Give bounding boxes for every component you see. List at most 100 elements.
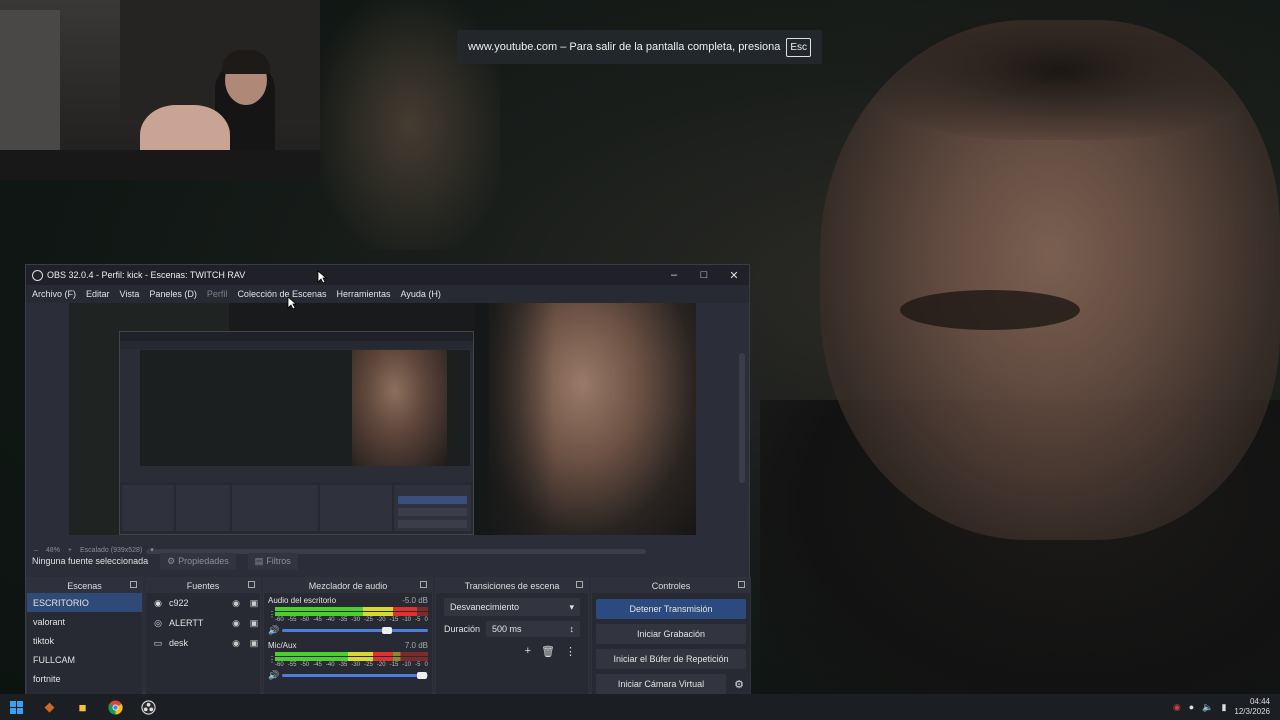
menu-archivo[interactable]: Archivo (F): [32, 289, 76, 299]
start-button[interactable]: [0, 694, 33, 720]
meter-tick-label: -55: [287, 662, 297, 668]
nested-video-face: [352, 350, 447, 466]
meter-tick-label: -40: [325, 662, 335, 668]
speaker-icon[interactable]: 🔊: [268, 625, 279, 636]
channel-menu-icon[interactable]: ⋮: [268, 611, 276, 619]
nested-dock-mixer: [232, 485, 318, 531]
menu-paneles[interactable]: Paneles (D): [149, 289, 197, 299]
popout-icon[interactable]: [130, 581, 137, 588]
scenes-dock-title: Escenas: [27, 578, 142, 593]
preview-vertical-scrollbar[interactable]: [739, 353, 745, 483]
more-icon[interactable]: ⋮: [565, 645, 576, 658]
channel-db: -5.0 dB: [402, 596, 428, 605]
duration-row: Duración 500 ms ↕: [444, 621, 580, 637]
scenes-dock: Escenas ESCRITORIO valorant tiktok FULLC…: [26, 577, 143, 695]
video-person-hair: [870, 0, 1250, 140]
scene-item[interactable]: FULLCAM: [27, 650, 142, 669]
taskbar-clock[interactable]: 04:44 12/3/2026: [1234, 697, 1270, 717]
meter-level: [275, 652, 393, 656]
fullscreen-exit-notice: www.youtube.com – Para salir de la panta…: [457, 30, 822, 64]
mixer-title: Mezclador de audio: [308, 580, 388, 591]
network-icon[interactable]: ●: [1189, 702, 1194, 712]
maximize-icon[interactable]: □: [689, 265, 719, 285]
popout-icon[interactable]: [576, 581, 583, 588]
meter-tick-label: -50: [300, 662, 310, 668]
clock-date: 12/3/2026: [1234, 707, 1270, 716]
obs-taskbar-icon[interactable]: [132, 694, 165, 720]
system-tray: ◉ ● 🔈 ▮ 04:44 12/3/2026: [1173, 694, 1270, 720]
game-app-icon[interactable]: ◆: [33, 694, 66, 720]
obs-title-bar[interactable]: OBS 32.0.4 - Perfil: kick - Escenas: TWI…: [26, 265, 749, 285]
source-item[interactable]: ▭ desk ◉ ▣: [146, 633, 260, 653]
popout-icon[interactable]: [420, 581, 427, 588]
eye-icon[interactable]: ◉: [230, 638, 242, 649]
trash-icon[interactable]: 🗑: [541, 645, 555, 658]
meter-tick-label: -20: [376, 617, 386, 623]
virtual-camera-button[interactable]: Iniciar Cámara Virtual: [596, 674, 726, 694]
replay-buffer-button[interactable]: Iniciar el Búfer de Repetición: [596, 649, 746, 669]
stepper-icon[interactable]: ↕: [570, 624, 575, 634]
source-item[interactable]: ◎ ALERTT ◉ ▣: [146, 613, 260, 633]
menu-herramientas[interactable]: Herramientas: [337, 289, 391, 299]
chrome-icon[interactable]: [99, 694, 132, 720]
stop-streaming-button[interactable]: Detener Transmisión: [596, 599, 746, 619]
obs-logo-icon: [32, 269, 43, 281]
scene-item[interactable]: fortnite: [27, 669, 142, 688]
channel-menu-icon[interactable]: ⋮: [268, 656, 276, 664]
duration-label: Duración: [444, 624, 481, 634]
transition-select[interactable]: Desvanecimiento ▾: [444, 598, 580, 616]
lock-icon[interactable]: ▣: [248, 638, 260, 649]
start-recording-button[interactable]: Iniciar Grabación: [596, 624, 746, 644]
chrome-logo-icon: [108, 699, 123, 715]
filters-button[interactable]: ▤ Filtros: [247, 552, 298, 570]
meter-level: [275, 607, 418, 611]
meter-bar: [275, 607, 428, 611]
tray-app-icon[interactable]: ◉: [1173, 702, 1181, 713]
speaker-icon[interactable]: 🔊: [268, 670, 279, 681]
file-explorer-icon[interactable]: ■: [66, 694, 99, 720]
volume-slider-handle[interactable]: [382, 627, 393, 634]
volume-slider[interactable]: [282, 672, 428, 679]
nested-replay-button: [398, 520, 467, 528]
popout-icon[interactable]: [248, 581, 255, 588]
nested-stream-button: [398, 496, 467, 504]
properties-button[interactable]: ⚙ Propiedades: [160, 552, 236, 570]
source-item[interactable]: ◉ c922 ◉ ▣: [146, 593, 260, 613]
nested-dock-sources: [176, 485, 230, 531]
volume-slider[interactable]: [282, 627, 428, 634]
menu-coleccion-escenas[interactable]: Colección de Escenas: [237, 289, 326, 299]
volume-row: 🔊: [268, 670, 428, 681]
speaker-icon[interactable]: 🔈: [1202, 702, 1213, 713]
add-icon[interactable]: +: [525, 645, 531, 658]
volume-row: 🔊: [268, 625, 428, 636]
duration-input[interactable]: 500 ms ↕: [486, 621, 580, 637]
scene-item[interactable]: valorant: [27, 612, 142, 631]
eye-icon[interactable]: ◉: [230, 618, 242, 629]
menu-ayuda[interactable]: Ayuda (H): [401, 289, 441, 299]
scene-item[interactable]: tiktok: [27, 631, 142, 650]
eye-icon[interactable]: ◉: [230, 598, 242, 609]
menu-perfil[interactable]: Perfil: [207, 289, 228, 299]
menu-vista[interactable]: Vista: [120, 289, 140, 299]
lock-icon[interactable]: ▣: [248, 598, 260, 609]
battery-icon[interactable]: ▮: [1221, 702, 1226, 713]
gear-icon[interactable]: ⚙: [732, 678, 746, 691]
meter-tick-label: -15: [389, 662, 399, 668]
gear-icon: ⚙: [167, 555, 176, 566]
volume-slider-handle[interactable]: [417, 672, 428, 679]
menu-editar[interactable]: Editar: [86, 289, 110, 299]
popout-icon[interactable]: [738, 581, 745, 588]
scene-item[interactable]: ESCRITORIO: [27, 593, 142, 612]
nested-dock-transitions: [320, 485, 392, 531]
nested-menu-bar: [120, 341, 473, 349]
stream-preview[interactable]: [69, 303, 696, 535]
close-icon[interactable]: ✕: [719, 265, 749, 285]
webcam-overlay: [0, 0, 320, 180]
sources-dock-title: Fuentes: [146, 578, 260, 593]
meter-tick-label: -50: [300, 617, 310, 623]
obs-window: OBS 32.0.4 - Perfil: kick - Escenas: TWI…: [25, 264, 751, 695]
lock-icon[interactable]: ▣: [248, 618, 260, 629]
webcam-desk: [0, 150, 320, 180]
channel-name: Mic/Aux: [268, 641, 297, 650]
minimize-icon[interactable]: –: [659, 265, 689, 285]
